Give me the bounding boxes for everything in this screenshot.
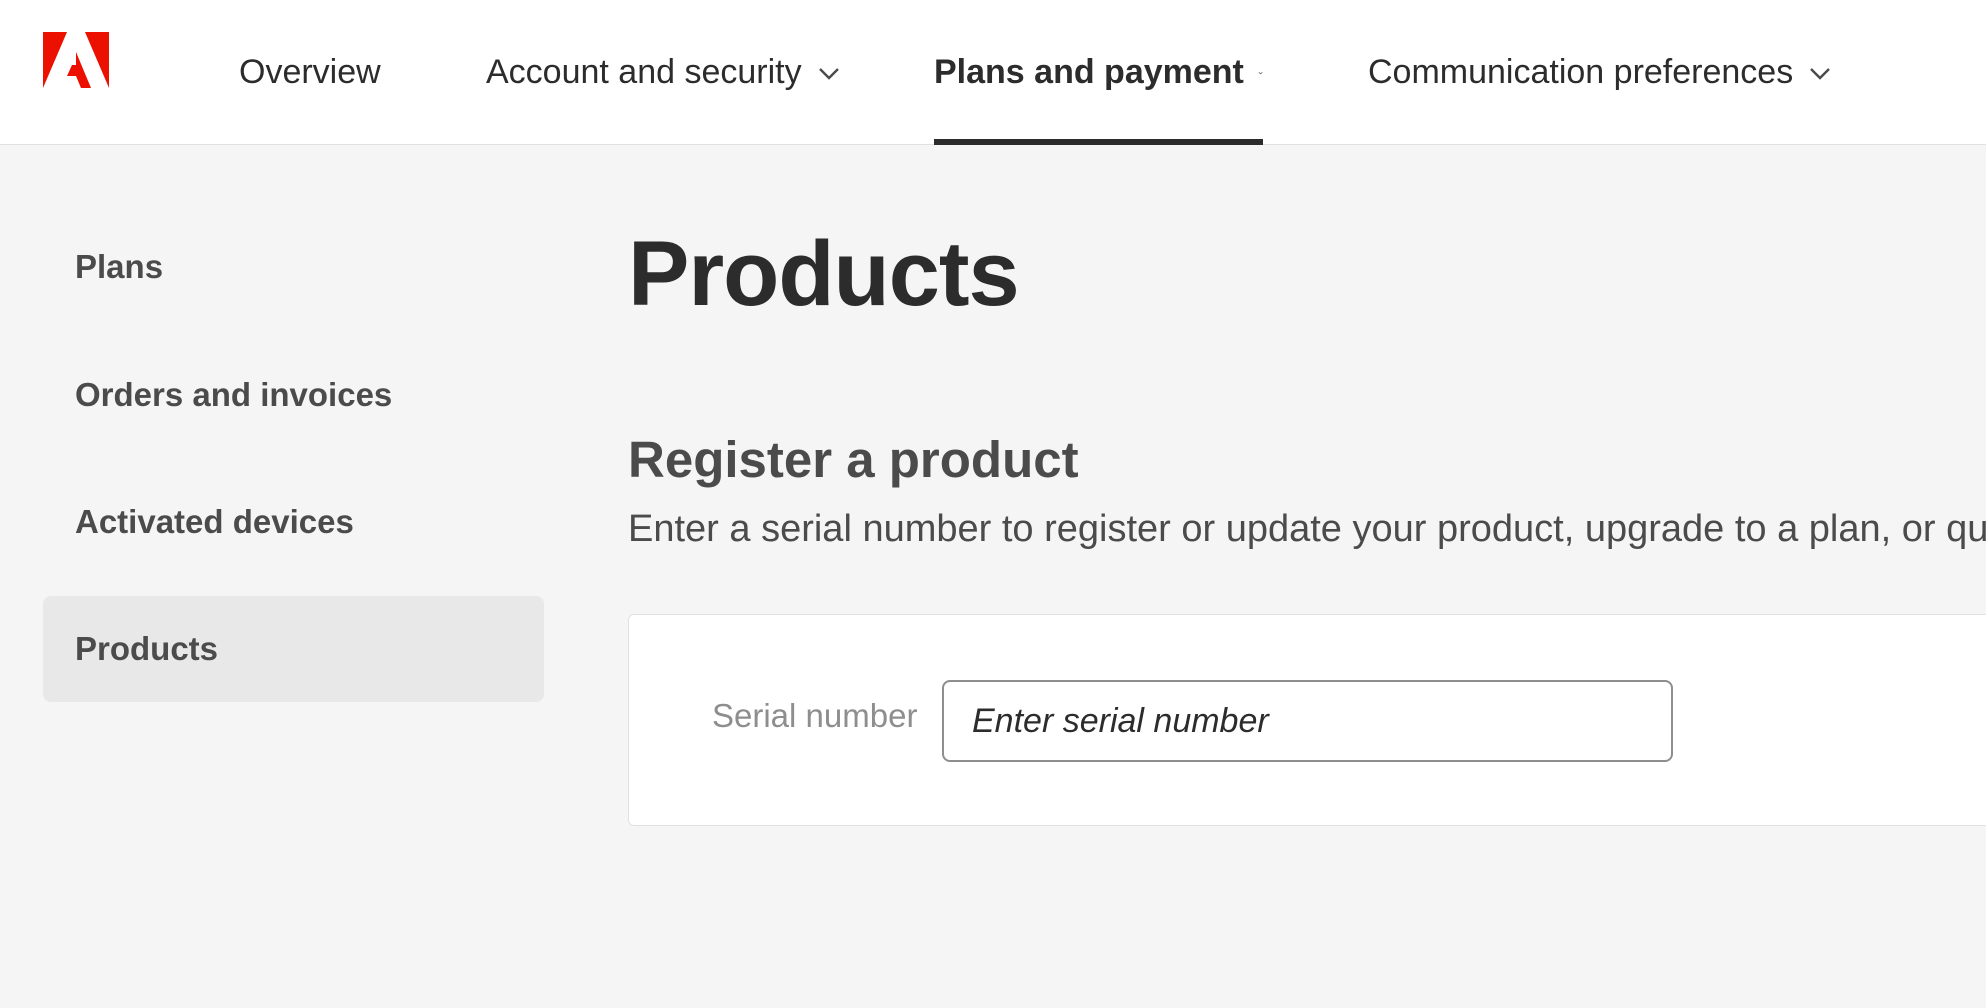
adobe-logo-icon[interactable]	[43, 32, 109, 88]
chevron-down-icon	[1810, 67, 1831, 80]
nav-tab-plans-label: Plans and payment	[934, 53, 1244, 91]
top-navigation: Overview Account and security Plans and …	[0, 0, 1986, 145]
section-description: Enter a serial number to register or upd…	[628, 508, 1986, 550]
sidebar-item-label: Orders and invoices	[75, 376, 393, 413]
sidebar-item-products[interactable]: Products	[43, 596, 544, 702]
sidebar-item-orders-and-invoices[interactable]: Orders and invoices	[43, 342, 544, 448]
nav-tab-overview-label: Overview	[239, 53, 381, 91]
serial-number-label: Serial number	[712, 697, 918, 734]
nav-tab-plans-and-payment[interactable]: Plans and payment	[934, 0, 1263, 145]
sidebar-item-plans[interactable]: Plans	[43, 214, 544, 320]
page-title: Products	[628, 223, 1020, 325]
chevron-down-icon	[818, 67, 839, 80]
section-title: Register a product	[628, 431, 1079, 488]
nav-tab-account-label: Account and security	[486, 53, 802, 91]
active-tab-indicator	[934, 139, 1263, 145]
nav-tab-communication-preferences[interactable]: Communication preferences	[1368, 0, 1833, 145]
sidebar-item-label: Activated devices	[75, 503, 354, 540]
chevron-down-icon	[1258, 71, 1263, 74]
nav-tab-account-and-security[interactable]: Account and security	[486, 0, 842, 145]
serial-number-input[interactable]	[942, 680, 1673, 762]
nav-tab-overview[interactable]: Overview	[239, 0, 381, 145]
sidebar-item-label: Plans	[75, 248, 164, 285]
nav-tab-communication-label: Communication preferences	[1368, 53, 1794, 91]
sidebar-item-activated-devices[interactable]: Activated devices	[43, 469, 544, 575]
sidebar-item-label: Products	[75, 630, 219, 667]
